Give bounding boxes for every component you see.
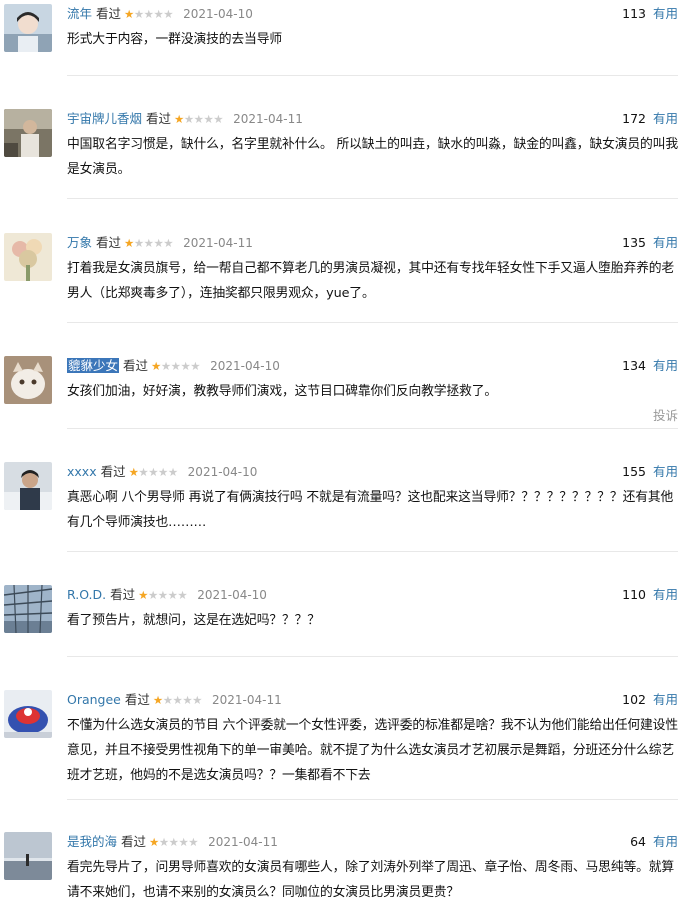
- comment-text: 不懂为什么选女演员的节目 六个评委就一个女性评委，选评委的标准都是啥？我不认为他…: [67, 718, 678, 783]
- avatar[interactable]: [4, 585, 52, 633]
- username-link[interactable]: 是我的海: [67, 834, 117, 849]
- rating-stars: ★★★★★: [124, 236, 174, 250]
- rating-stars: ★★★★★: [149, 835, 199, 849]
- comment-date: 2021-04-11: [211, 693, 282, 707]
- avatar[interactable]: [4, 690, 52, 738]
- divider: [67, 75, 678, 76]
- divider: [67, 799, 678, 800]
- username-link[interactable]: 万象: [67, 235, 92, 250]
- avatar[interactable]: [4, 4, 52, 52]
- watched-label: 看过: [96, 6, 122, 21]
- vote-count: 172: [622, 111, 646, 126]
- useful-button[interactable]: 有用: [653, 464, 678, 479]
- rating-stars: ★★★★★: [152, 693, 203, 707]
- report-link[interactable]: 投诉: [653, 405, 678, 424]
- comment-date: 2021-04-11: [208, 835, 278, 849]
- vote-count: 135: [622, 235, 646, 250]
- useful-button[interactable]: 有用: [653, 235, 678, 250]
- vote-count: 155: [622, 464, 646, 479]
- useful-button[interactable]: 有用: [653, 6, 678, 21]
- divider: [67, 322, 678, 323]
- divider: [67, 428, 678, 429]
- username-link[interactable]: 貔貅少女: [67, 358, 120, 373]
- rating-stars: ★★★★★: [124, 7, 174, 21]
- comment-date: 2021-04-10: [187, 465, 258, 479]
- avatar[interactable]: [4, 109, 52, 157]
- divider: [67, 198, 678, 199]
- rating-stars: ★★★★★: [128, 465, 179, 479]
- comment-date: 2021-04-11: [183, 236, 253, 250]
- avatar[interactable]: [4, 832, 52, 880]
- avatar[interactable]: [4, 462, 52, 510]
- divider: [67, 656, 678, 657]
- rating-stars: ★★★★★: [138, 588, 188, 602]
- watched-label: 看过: [124, 692, 150, 707]
- username-link[interactable]: Orangee: [67, 692, 121, 707]
- comment-text: 女孩们加油，好好演，教教导师们演戏，这节目口碑靠你们反向教学拯救了。: [67, 384, 497, 399]
- watched-label: 看过: [100, 464, 126, 479]
- comment-text: 打着我是女演员旗号，给一帮自己都不算老几的男演员凝视，其中还有专找年轻女性下手又…: [67, 261, 675, 301]
- vote-count: 64: [630, 834, 646, 849]
- useful-button[interactable]: 有用: [653, 111, 678, 126]
- vote-count: 102: [622, 692, 646, 707]
- watched-label: 看过: [110, 587, 136, 602]
- comment-text: 形式大于内容，一群没演技的去当导师: [67, 32, 282, 47]
- vote-count: 110: [622, 587, 646, 602]
- username-link[interactable]: 宇宙牌儿香烟: [67, 111, 142, 126]
- comment-text: 看了预告片，就想问，这是在选妃吗？？？？: [67, 613, 320, 628]
- comment-date: 2021-04-11: [233, 112, 303, 126]
- watched-label: 看过: [146, 111, 172, 126]
- rating-stars: ★★★★★: [151, 359, 201, 373]
- username-link[interactable]: xxxx: [67, 464, 97, 479]
- useful-button[interactable]: 有用: [653, 692, 678, 707]
- useful-button[interactable]: 有用: [653, 587, 678, 602]
- watched-label: 看过: [121, 834, 147, 849]
- comment-date: 2021-04-10: [210, 359, 280, 373]
- comment-text: 中国取名字习惯是，缺什么，名字里就补什么。 所以缺土的叫垚，缺水的叫淼，缺金的叫…: [67, 137, 678, 177]
- watched-label: 看过: [123, 358, 149, 373]
- comment-date: 2021-04-10: [183, 7, 253, 21]
- comment-text: 看完先导片了，问男导师喜欢的女演员有哪些人，除了刘涛外列举了周迅、章子怡、周冬雨…: [67, 860, 675, 900]
- divider: [67, 551, 678, 552]
- useful-button[interactable]: 有用: [653, 358, 678, 373]
- comment-date: 2021-04-10: [197, 588, 267, 602]
- avatar[interactable]: [4, 233, 52, 281]
- vote-count: 134: [622, 358, 646, 373]
- vote-count: 113: [622, 6, 646, 21]
- comment-text: 真恶心啊 八个男导师 再说了有俩演技行吗 不就是有流量吗？这也配来这当导师？？？…: [67, 490, 674, 530]
- username-link[interactable]: R.O.D.: [67, 587, 106, 602]
- rating-stars: ★★★★★: [174, 112, 224, 126]
- useful-button[interactable]: 有用: [653, 834, 678, 849]
- watched-label: 看过: [96, 235, 122, 250]
- username-link[interactable]: 流年: [67, 6, 92, 21]
- avatar[interactable]: [4, 356, 52, 404]
